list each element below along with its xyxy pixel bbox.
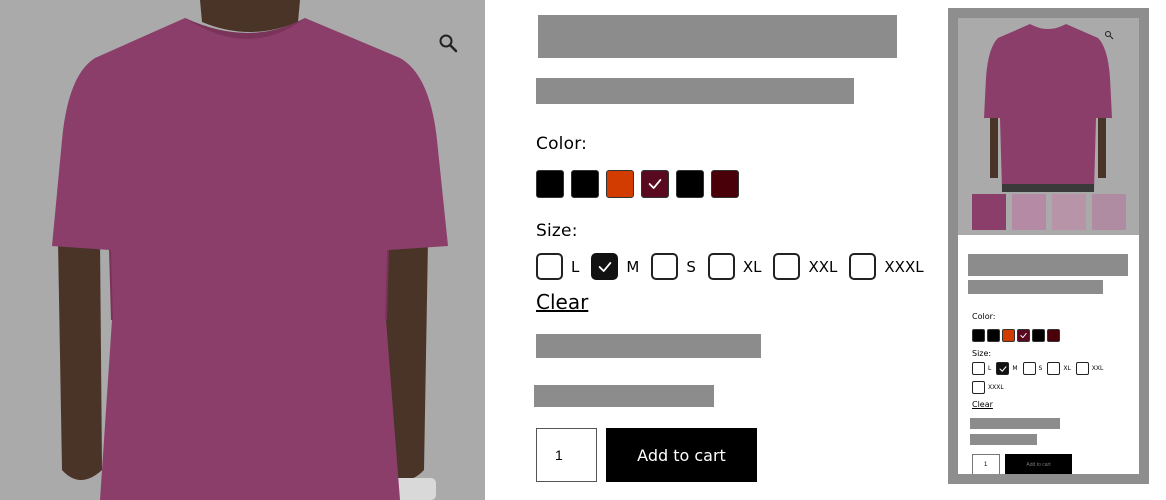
preview-size-option-m: M <box>996 362 1018 375</box>
color-swatch-black[interactable] <box>536 170 564 198</box>
preview-product-image <box>958 18 1139 235</box>
preview-color-label: Color: <box>972 312 996 321</box>
size-option-label: L <box>988 365 992 372</box>
size-option-label: XL <box>742 257 762 276</box>
product-main-image <box>0 0 485 500</box>
size-option-l[interactable]: L <box>536 253 579 280</box>
preview-title-redacted <box>968 254 1128 276</box>
preview-color-swatch-dark-red <box>1047 329 1060 342</box>
add-to-cart-button[interactable]: Add to cart <box>606 428 757 482</box>
checkbox[interactable] <box>849 253 877 280</box>
checkbox <box>972 381 985 394</box>
preview-color-swatch-maroon <box>1017 329 1030 342</box>
checkbox <box>1047 362 1061 375</box>
stock-status-redacted <box>534 385 714 407</box>
page-preview-thumbnail: Color: Size: L M S XL XXL XXXL Clear 1 Add to… <box>948 8 1149 484</box>
color-label: Color: <box>536 134 588 154</box>
color-swatch-orange[interactable] <box>606 170 634 198</box>
checkmark-icon <box>598 261 612 272</box>
clear-selection-link[interactable]: Clear <box>536 290 588 314</box>
size-option-label: XXXL <box>988 384 1004 391</box>
preview-quantity-input: 1 <box>972 454 1000 474</box>
quantity-input[interactable] <box>536 428 597 482</box>
color-swatch-black[interactable] <box>571 170 599 198</box>
zoom-button[interactable] <box>438 33 466 61</box>
preview-size-option-list: L M S XL XXL XXXL <box>972 362 1132 394</box>
size-option-label: S <box>686 257 696 276</box>
preview-size-option-s: S <box>1022 362 1043 375</box>
preview-color-swatch-orange <box>1002 329 1015 342</box>
checkbox <box>1075 362 1089 375</box>
size-option-label: XXL <box>808 257 838 276</box>
checkbox <box>996 362 1010 375</box>
checkbox[interactable] <box>707 253 735 280</box>
size-option-label: XL <box>1063 365 1071 372</box>
preview-size-option-l: L <box>972 362 991 375</box>
color-swatch-dark-red[interactable] <box>711 170 739 198</box>
variation-description-redacted <box>536 334 761 358</box>
checkbox[interactable] <box>536 253 563 280</box>
size-option-xl[interactable]: XL <box>707 253 762 280</box>
preview-size-label: Size: <box>972 349 992 358</box>
size-option-m[interactable]: M <box>591 253 639 280</box>
search-icon <box>439 34 458 53</box>
preview-description-redacted <box>970 418 1060 429</box>
size-option-label: S <box>1038 365 1043 372</box>
preview-tshirt-photo <box>972 24 1126 230</box>
product-price-redacted <box>536 78 854 104</box>
color-swatch-maroon[interactable] <box>641 170 669 198</box>
preview-stock-redacted <box>970 434 1037 445</box>
preview-color-swatch-black <box>987 329 1000 342</box>
size-label: Size: <box>536 221 578 241</box>
preview-size-option-xxxl: XXXL <box>972 381 1004 394</box>
preview-size-option-xxl: XXL <box>1075 362 1104 375</box>
checkbox[interactable] <box>591 253 619 280</box>
checkbox[interactable] <box>651 253 679 280</box>
size-option-list: L M S XL XXL XXXL <box>536 253 936 280</box>
size-option-label: XXL <box>1091 365 1104 372</box>
checkmark-icon <box>999 365 1007 372</box>
preview-clear-link: Clear <box>972 400 993 409</box>
preview-color-swatch-list <box>972 329 1060 342</box>
preview-canvas: Color: Size: L M S XL XXL XXXL Clear 1 Add to… <box>958 18 1139 474</box>
tshirt-photo <box>52 0 448 500</box>
checkbox[interactable] <box>773 253 801 280</box>
preview-price-redacted <box>968 280 1103 294</box>
size-option-label: M <box>626 257 640 276</box>
size-option-xxl[interactable]: XXL <box>773 253 837 280</box>
color-swatch-black[interactable] <box>676 170 704 198</box>
size-option-s[interactable]: S <box>651 253 696 280</box>
checkmark-icon <box>1020 333 1027 338</box>
size-option-label: M <box>1012 365 1018 372</box>
preview-color-swatch-black <box>972 329 985 342</box>
checkmark-icon <box>648 179 662 189</box>
color-swatch-list <box>536 170 739 198</box>
size-option-label: XXXL <box>884 257 924 276</box>
checkbox <box>972 362 985 375</box>
product-title-redacted <box>538 15 897 58</box>
checkbox <box>1022 362 1036 375</box>
preview-color-swatch-black <box>1032 329 1045 342</box>
preview-add-to-cart-button: Add to cart <box>1005 454 1072 474</box>
size-option-xxxl[interactable]: XXXL <box>849 253 924 280</box>
preview-size-option-xl: XL <box>1047 362 1071 375</box>
size-option-label: L <box>571 257 580 276</box>
